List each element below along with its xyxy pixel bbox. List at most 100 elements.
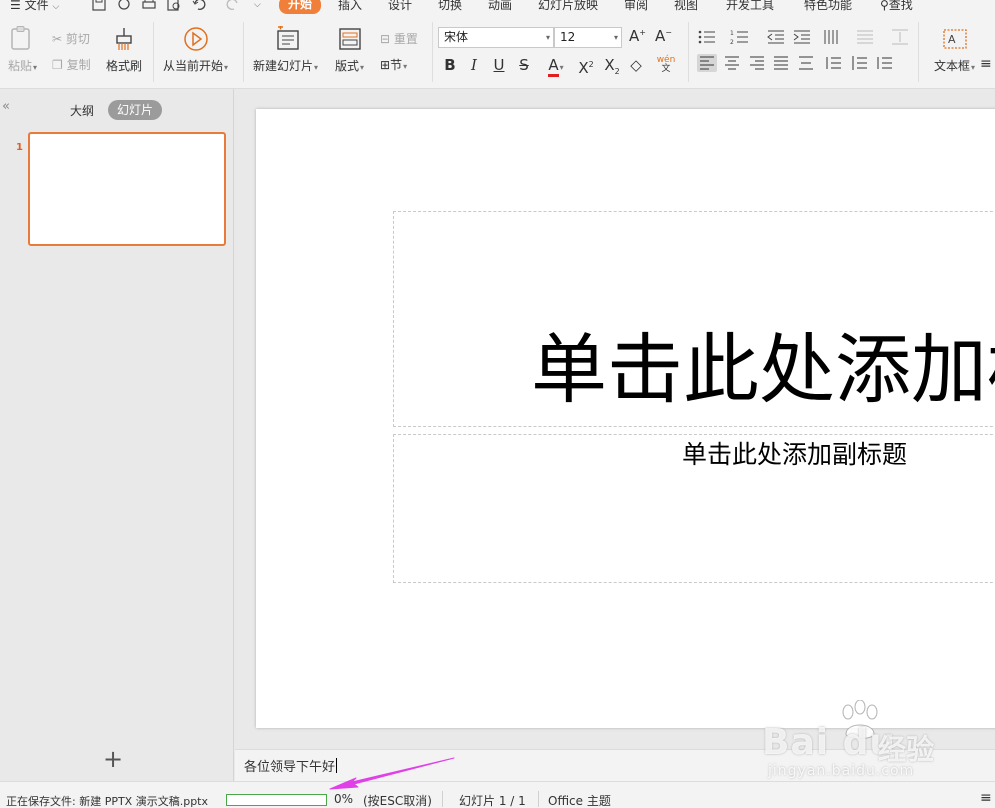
layout-button[interactable]: 版式▾ bbox=[335, 26, 364, 73]
new-slide-icon bbox=[277, 24, 299, 50]
redo-icon[interactable] bbox=[226, 0, 240, 11]
customize-quick-access-icon[interactable]: ⌵ bbox=[254, 0, 261, 14]
phonetic-guide-icon: wén 文 bbox=[656, 55, 676, 74]
align-text-icon[interactable] bbox=[890, 28, 910, 46]
undo-icon[interactable] bbox=[192, 0, 206, 11]
play-icon bbox=[184, 27, 208, 51]
ribbon-toolbar: 粘贴▾ ✂ 剪切 ❐ 复制 格式刷 从当前开始▾ 新建幻灯片▾ 版式▾ ⊟ 重置… bbox=[0, 14, 995, 89]
bullets-icon[interactable] bbox=[697, 28, 717, 46]
underline-icon: U bbox=[493, 56, 505, 74]
font-color-button[interactable]: A▾ bbox=[541, 56, 571, 77]
font-size-select[interactable]: 12 ▾ bbox=[554, 27, 622, 48]
align-left-icon[interactable] bbox=[697, 54, 717, 72]
line-spacing-icon[interactable] bbox=[823, 54, 843, 72]
save-icon[interactable] bbox=[92, 0, 106, 11]
tab-insert[interactable]: 插入 bbox=[338, 0, 362, 14]
chevron-down-icon: ▾ bbox=[360, 63, 365, 72]
font-name-select[interactable]: 宋体 ▾ bbox=[438, 27, 554, 48]
theme-name[interactable]: Office 主题 bbox=[548, 792, 611, 808]
strikethrough-button[interactable]: S bbox=[515, 56, 533, 74]
spacing-options-icon[interactable] bbox=[875, 54, 895, 72]
svg-text:2: 2 bbox=[730, 39, 734, 46]
save-progress-bar bbox=[226, 794, 327, 806]
tab-transitions[interactable]: 切换 bbox=[438, 0, 462, 14]
text-direction-icon[interactable] bbox=[855, 28, 875, 46]
chevron-down-icon: ▾ bbox=[545, 33, 550, 42]
italic-button[interactable]: I bbox=[465, 56, 483, 74]
menu-bar: ☰ 文件 ⌵ ⌵ 开始 插入 设计 切换 动画 幻灯片放映 审阅 视图 开发工具… bbox=[0, 0, 995, 14]
chevron-down-icon: ▾ bbox=[33, 63, 38, 72]
tab-review[interactable]: 审阅 bbox=[624, 0, 648, 14]
add-slide-button[interactable]: + bbox=[102, 747, 124, 771]
tab-slideshow[interactable]: 幻灯片放映 bbox=[538, 0, 598, 14]
numbering-icon[interactable]: 12 bbox=[730, 28, 750, 46]
justify-icon[interactable] bbox=[771, 54, 791, 72]
increase-font-icon: A+ bbox=[629, 27, 646, 45]
paste-button[interactable]: 粘贴▾ bbox=[8, 26, 38, 73]
format-painter-button[interactable]: 格式刷 bbox=[106, 26, 142, 73]
ribbon-separator bbox=[243, 22, 244, 82]
print-icon[interactable] bbox=[142, 0, 156, 11]
phonetic-guide-button[interactable]: wén 文 bbox=[653, 56, 679, 74]
tab-design[interactable]: 设计 bbox=[388, 0, 412, 14]
tab-slides[interactable]: 幻灯片 bbox=[108, 100, 163, 120]
saving-status: 正在保存文件: 新建 PPTX 演示文稿.pptx bbox=[6, 795, 209, 808]
notes-toggle-icon[interactable]: ≡ bbox=[980, 790, 992, 806]
decrease-indent-icon[interactable] bbox=[766, 28, 786, 46]
slide-thumbnail-number: 1 bbox=[16, 142, 23, 153]
increase-indent-icon[interactable] bbox=[792, 28, 812, 46]
decrease-font-icon: A− bbox=[655, 27, 672, 45]
section-button[interactable]: ⊞节▾ bbox=[380, 56, 407, 73]
tab-view[interactable]: 视图 bbox=[674, 0, 698, 14]
search-button[interactable]: ⚲查找 bbox=[880, 0, 913, 14]
italic-icon: I bbox=[471, 56, 477, 74]
collapse-panel-icon[interactable]: « bbox=[2, 99, 10, 114]
tab-developer[interactable]: 开发工具 bbox=[726, 0, 774, 14]
underline-button[interactable]: U bbox=[490, 56, 508, 74]
slide-thumbnail[interactable] bbox=[28, 132, 226, 246]
columns-icon[interactable] bbox=[822, 28, 842, 46]
ribbon-separator bbox=[153, 22, 154, 82]
align-right-icon[interactable] bbox=[747, 54, 767, 72]
more-icon: ≡ bbox=[980, 56, 992, 72]
font-color-icon: A bbox=[548, 56, 559, 77]
clipboard-icon bbox=[11, 26, 30, 50]
decrease-font-button[interactable]: A− bbox=[655, 27, 672, 45]
file-menu[interactable]: ☰ 文件 ⌵ bbox=[10, 0, 59, 14]
new-slide-button[interactable]: 新建幻灯片▾ bbox=[253, 24, 318, 73]
title-placeholder[interactable]: 单击此处添加标题 bbox=[393, 211, 995, 427]
svg-text:1: 1 bbox=[730, 30, 734, 37]
output-icon[interactable] bbox=[117, 0, 131, 11]
increase-font-button[interactable]: A+ bbox=[629, 27, 646, 45]
tab-outline[interactable]: 大纲 bbox=[70, 102, 94, 119]
title-placeholder-text: 单击此处添加标题 bbox=[531, 325, 995, 414]
superscript-button[interactable]: X2 bbox=[575, 56, 597, 77]
slide-canvas[interactable]: 单击此处添加标题 单击此处添加副标题 bbox=[256, 109, 995, 728]
clear-format-button[interactable]: ◇ bbox=[627, 56, 645, 74]
paragraph-spacing-icon[interactable] bbox=[849, 54, 869, 72]
chevron-down-icon: ▾ bbox=[403, 62, 408, 71]
reset-button[interactable]: ⊟ 重置 bbox=[380, 30, 418, 47]
chevron-down-icon: ▾ bbox=[314, 63, 319, 72]
tab-special-features[interactable]: 特色功能 bbox=[804, 0, 852, 14]
print-preview-icon[interactable] bbox=[167, 0, 181, 11]
more-tools-button[interactable]: ≡ bbox=[980, 56, 992, 72]
hamburger-icon: ☰ bbox=[10, 0, 21, 12]
scissors-icon: ✂ bbox=[52, 32, 63, 46]
subtitle-placeholder-text: 单击此处添加副标题 bbox=[682, 440, 908, 469]
bold-button[interactable]: B bbox=[441, 56, 459, 74]
baidu-watermark: Bai du 经验 jingyan.baidu.com bbox=[760, 700, 995, 782]
tab-home[interactable]: 开始 bbox=[279, 0, 322, 14]
eraser-icon: ◇ bbox=[630, 56, 642, 74]
subscript-button[interactable]: X2 bbox=[601, 56, 623, 81]
tab-animations[interactable]: 动画 bbox=[488, 0, 512, 14]
copy-button[interactable]: ❐ 复制 bbox=[52, 56, 91, 73]
play-from-current-button[interactable]: 从当前开始▾ bbox=[163, 26, 228, 73]
subtitle-placeholder[interactable]: 单击此处添加副标题 bbox=[393, 434, 995, 583]
align-center-icon[interactable] bbox=[722, 54, 742, 72]
textbox-button[interactable]: A 文本框▾ bbox=[934, 26, 975, 73]
distribute-icon[interactable] bbox=[796, 54, 816, 72]
superscript-icon: X2 bbox=[578, 59, 594, 77]
slide-counter: 幻灯片 1 / 1 bbox=[459, 794, 526, 808]
cut-button[interactable]: ✂ 剪切 bbox=[52, 30, 90, 47]
